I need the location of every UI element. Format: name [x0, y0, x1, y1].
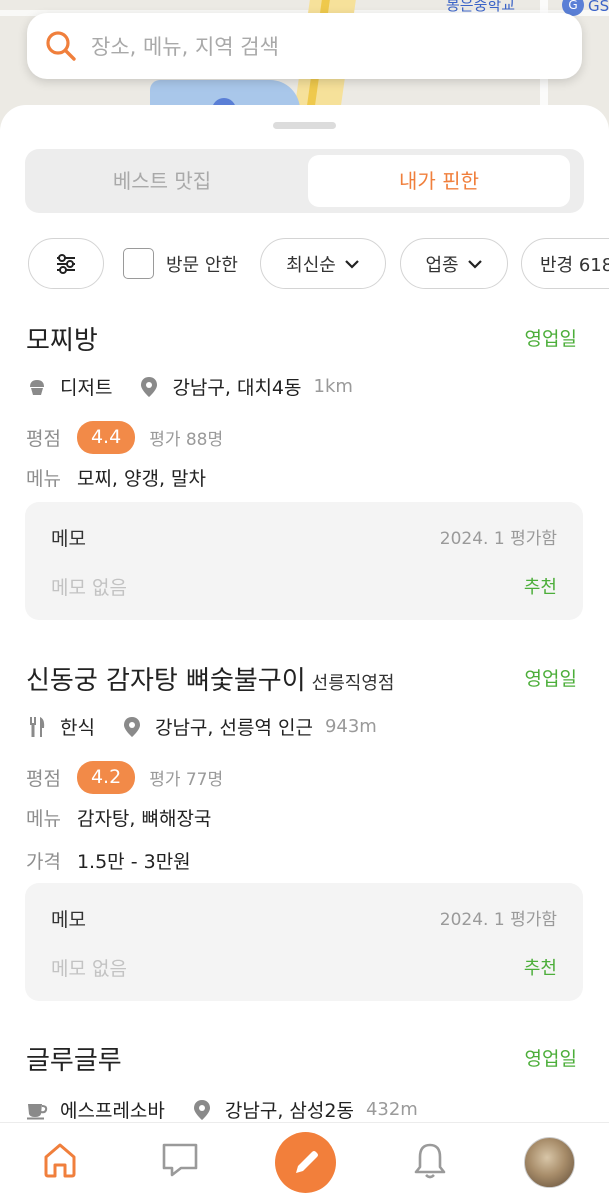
location-text: 강남구, 삼성2동	[224, 1100, 354, 1122]
restaurant-name: 글루글루	[26, 1046, 122, 1076]
restaurant-title: 신동궁 감자탕 뼈숯불구이 선릉직영점	[26, 660, 394, 697]
tab-mine[interactable]: 내가 핀한	[308, 155, 570, 207]
map-poi-label: GS	[588, 0, 609, 15]
memo-empty: 메모 없음	[51, 577, 127, 599]
write-review-button[interactable]	[275, 1132, 336, 1193]
distance-text: 943m	[324, 716, 377, 737]
cupcake-icon	[26, 376, 48, 398]
sort-dropdown[interactable]: 최신순	[260, 238, 386, 289]
review-count: 평가 77명	[149, 770, 224, 790]
nav-chat-button[interactable]	[161, 1141, 199, 1183]
search-input[interactable]: 장소, 메뉴, 지역 검색	[91, 31, 279, 61]
restaurant-name: 신동궁 감자탕 뼈숯불구이	[26, 666, 306, 696]
category-text: 에스프레소바	[60, 1100, 165, 1122]
restaurant-meta: 에스프레소바 강남구, 삼성2동 432m	[26, 1096, 418, 1123]
open-status: 영업일	[524, 328, 577, 350]
category-dropdown[interactable]: 업종	[400, 238, 508, 289]
memo-date: 2024. 1 평가함	[439, 910, 557, 930]
rating-label: 평점	[26, 768, 61, 790]
sliders-icon	[57, 253, 75, 274]
unvisited-label: 방문 안한	[166, 254, 238, 276]
chat-icon	[162, 1143, 198, 1177]
tab-best[interactable]: 베스트 맛집	[31, 155, 293, 207]
open-status: 영업일	[524, 1048, 577, 1070]
location-pin-icon	[121, 716, 143, 738]
location-pin-icon	[191, 1099, 213, 1121]
rating-badge: 4.2	[76, 761, 136, 794]
distance-text: 1km	[313, 376, 353, 397]
restaurant-name: 모찌방	[26, 326, 98, 356]
sheet-drag-handle[interactable]	[273, 122, 336, 129]
rating-row: 평점 4.4 평가 88명	[26, 421, 223, 454]
category-text: 디저트	[60, 377, 113, 399]
bottom-sheet: 베스트 맛집 내가 핀한 방문 안한 최신순 업종 반경 618 모찌방 영업일…	[0, 105, 609, 1200]
nav-home-button[interactable]	[42, 1141, 78, 1183]
menu-text: 감자탕, 뼈해장국	[76, 808, 212, 830]
profile-avatar[interactable]	[524, 1137, 575, 1188]
chevron-down-icon	[345, 259, 359, 269]
chevron-down-icon	[467, 259, 482, 269]
memo-box[interactable]: 메모 2024. 1 평가함 메모 없음 추천	[25, 502, 583, 620]
filter-bar: 방문 안한 최신순 업종 반경 618m	[28, 238, 609, 290]
utensils-icon	[26, 716, 48, 738]
bottom-nav	[0, 1122, 609, 1200]
location-text: 강남구, 선릉역 인근	[154, 717, 313, 739]
nav-notifications-button[interactable]	[412, 1141, 448, 1185]
open-status: 영업일	[524, 668, 577, 690]
search-bar[interactable]: 장소, 메뉴, 지역 검색	[27, 13, 582, 79]
recommend-tag: 추천	[523, 577, 557, 598]
segment-control: 베스트 맛집 내가 핀한	[25, 149, 584, 213]
coffee-cup-icon	[26, 1099, 48, 1121]
memo-box[interactable]: 메모 2024. 1 평가함 메모 없음 추천	[25, 883, 583, 1001]
restaurant-meta: 한식 강남구, 선릉역 인근 943m	[26, 713, 377, 740]
location-pin-icon	[138, 376, 160, 398]
menu-row: 메뉴 감자탕, 뼈해장국	[26, 804, 211, 831]
restaurant-meta: 디저트 강남구, 대치4동 1km	[26, 373, 353, 400]
sort-label: 최신순	[286, 254, 336, 276]
rating-label: 평점	[26, 428, 61, 450]
search-icon	[46, 31, 76, 61]
bell-icon	[414, 1143, 446, 1179]
memo-title: 메모	[51, 528, 86, 550]
category-label: 업종	[425, 254, 459, 276]
memo-date: 2024. 1 평가함	[439, 529, 557, 549]
review-count: 평가 88명	[149, 430, 224, 450]
distance-text: 432m	[365, 1099, 418, 1120]
menu-text: 모찌, 양갱, 말차	[76, 468, 207, 490]
menu-label: 메뉴	[26, 468, 61, 490]
recommend-tag: 추천	[523, 958, 557, 979]
restaurant-branch: 선릉직영점	[311, 673, 395, 694]
location-text: 강남구, 대치4동	[172, 377, 302, 399]
radius-dropdown[interactable]: 반경 618m	[521, 238, 609, 289]
unvisited-checkbox[interactable]: 방문 안한	[123, 248, 238, 279]
home-icon	[44, 1143, 76, 1178]
radius-label: 반경 618m	[540, 254, 609, 276]
rating-row: 평점 4.2 평가 77명	[26, 761, 223, 794]
price-label: 가격	[26, 851, 61, 873]
price-row: 가격 1.5만 - 3만원	[26, 847, 191, 874]
rating-badge: 4.4	[76, 421, 136, 454]
checkbox-box[interactable]	[123, 248, 154, 279]
menu-label: 메뉴	[26, 808, 61, 830]
price-text: 1.5만 - 3만원	[76, 851, 191, 873]
menu-row: 메뉴 모찌, 양갱, 말차	[26, 464, 206, 491]
category-text: 한식	[60, 717, 95, 739]
pencil-icon	[295, 1150, 318, 1173]
filter-settings-button[interactable]	[28, 238, 104, 289]
memo-empty: 메모 없음	[51, 958, 127, 980]
memo-title: 메모	[51, 909, 86, 931]
